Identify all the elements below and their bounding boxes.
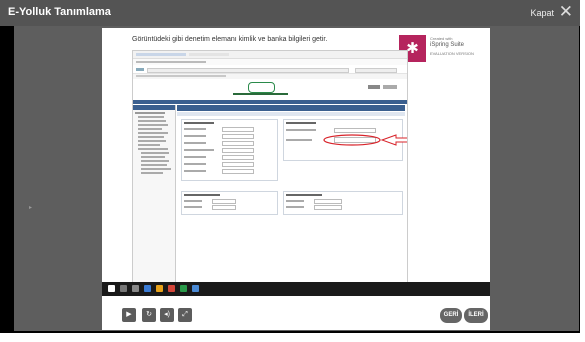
slide-heading: Görüntüdeki gibi denetim elemanı kimlik … (132, 36, 328, 43)
mail-icon (192, 285, 199, 292)
slide: Görüntüdeki gibi denetim elemanı kimlik … (102, 28, 490, 330)
prev-slide-arrow-icon[interactable]: ▸ (29, 204, 32, 211)
taskview-icon (132, 285, 139, 292)
logo-line-2: iSpring Suite (430, 42, 465, 48)
back-button[interactable]: GERİ (440, 308, 462, 323)
window-title: E-Yolluk Tanımlama (8, 6, 111, 18)
volume-icon[interactable]: ◂) (160, 308, 174, 322)
start-icon (108, 285, 115, 292)
search-icon (120, 285, 127, 292)
next-button[interactable]: İLERİ (464, 308, 488, 323)
lesson-player: E-Yolluk Tanımlama Kapat ✕ ▸ Görüntüdeki… (0, 0, 580, 333)
replay-icon[interactable]: ↻ (142, 308, 156, 322)
logo-line-1: Created with (430, 36, 453, 41)
explorer-icon (144, 285, 151, 292)
folder-icon (156, 285, 163, 292)
ispring-logo: ✱ Created with iSpring Suite EVALUATION … (399, 33, 483, 63)
windows-taskbar (102, 282, 490, 296)
title-bar: E-Yolluk Tanımlama Kapat ✕ (0, 0, 580, 26)
highlight-ellipse (323, 134, 381, 146)
embedded-screenshot (132, 50, 408, 290)
play-icon[interactable]: ▶ (122, 308, 136, 322)
close-label[interactable]: Kapat (530, 8, 554, 18)
logo-line-3: EVALUATION VERSION (430, 51, 474, 56)
fullscreen-icon[interactable]: ⤢ (178, 308, 192, 322)
annotation-arrow (380, 134, 407, 146)
player-controls: ▶ ↻ ◂) ⤢ GERİ İLERİ (102, 298, 490, 330)
close-icon[interactable]: ✕ (559, 3, 573, 21)
browser-icon (168, 285, 175, 292)
app-icon (180, 285, 187, 292)
slide-stage: ▸ Görüntüdeki gibi denetim elemanı kimli… (14, 26, 579, 331)
annotation-overlay (323, 134, 407, 146)
